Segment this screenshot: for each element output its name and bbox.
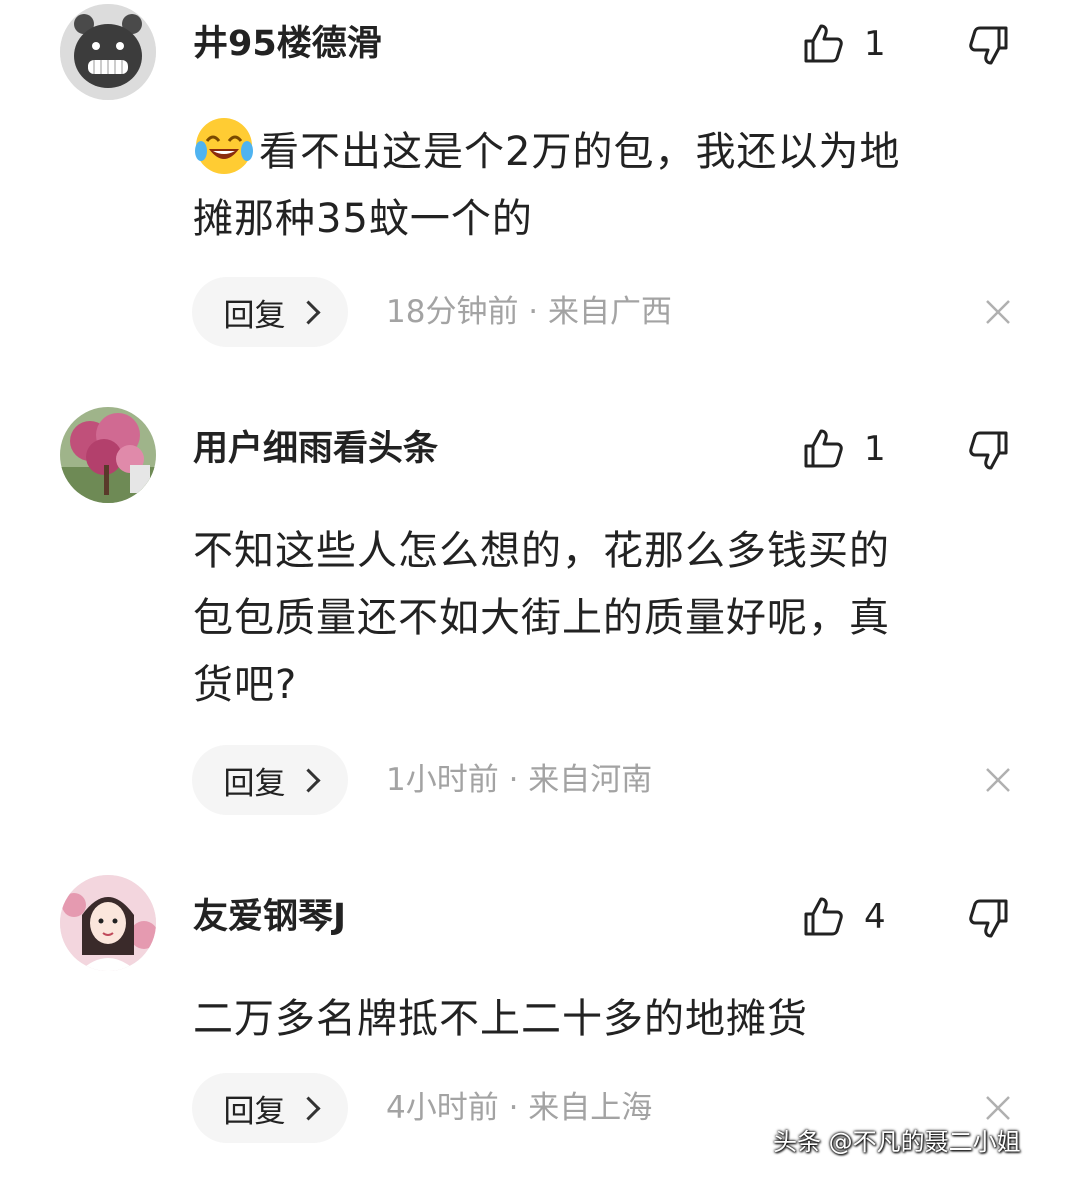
like-count: 1 bbox=[864, 429, 886, 469]
like-count: 4 bbox=[864, 897, 886, 937]
avatar[interactable] bbox=[60, 4, 156, 100]
comment-meta: 1小时前 · 来自河南 bbox=[386, 762, 653, 798]
chevron-right-icon bbox=[295, 300, 321, 325]
close-icon bbox=[984, 1094, 1012, 1122]
username[interactable]: 井95楼德滑 bbox=[193, 22, 382, 66]
username[interactable]: 友爱钢琴J bbox=[193, 895, 346, 939]
close-icon bbox=[984, 766, 1012, 794]
like-button[interactable]: 4 bbox=[800, 893, 886, 941]
like-count: 1 bbox=[864, 24, 886, 64]
like-button[interactable]: 1 bbox=[800, 425, 886, 473]
dislike-button[interactable] bbox=[966, 427, 1012, 473]
comment-text: 看不出这是个2万的包，我还以为地 摊那种35蚊一个的 bbox=[193, 115, 1023, 253]
watermark: 头条 @不凡的聂二小姐 bbox=[773, 1128, 1021, 1156]
dislike-button[interactable] bbox=[966, 895, 1012, 941]
thumbs-up-icon bbox=[800, 21, 846, 67]
reply-button[interactable]: 回复 bbox=[192, 745, 348, 815]
like-button[interactable]: 1 bbox=[800, 20, 886, 68]
dislike-button[interactable] bbox=[966, 22, 1012, 68]
thumbs-down-icon bbox=[966, 895, 1012, 941]
chevron-right-icon bbox=[295, 768, 321, 793]
thumbs-down-icon bbox=[966, 427, 1012, 473]
avatar[interactable] bbox=[60, 875, 156, 971]
avatar[interactable] bbox=[60, 407, 156, 503]
comment-meta: 4小时前 · 来自上海 bbox=[386, 1090, 653, 1126]
reply-button[interactable]: 回复 bbox=[192, 277, 348, 347]
close-button[interactable] bbox=[984, 766, 1012, 794]
thumbs-up-icon bbox=[800, 426, 846, 472]
laugh-cry-emoji-icon bbox=[193, 115, 255, 177]
close-icon bbox=[984, 298, 1012, 326]
comment-text: 二万多名牌抵不上二十多的地摊货 bbox=[193, 996, 808, 1042]
username[interactable]: 用户细雨看头条 bbox=[193, 427, 438, 471]
chevron-right-icon bbox=[295, 1096, 321, 1121]
comment-text: 不知这些人怎么想的，花那么多钱买的 包包质量还不如大街上的质量好呢，真 货吧? bbox=[193, 528, 890, 708]
close-button[interactable] bbox=[984, 1094, 1012, 1122]
comment-meta: 18分钟前 · 来自广西 bbox=[386, 294, 673, 330]
thumbs-down-icon bbox=[966, 22, 1012, 68]
close-button[interactable] bbox=[984, 298, 1012, 326]
reply-button[interactable]: 回复 bbox=[192, 1073, 348, 1143]
thumbs-up-icon bbox=[800, 894, 846, 940]
